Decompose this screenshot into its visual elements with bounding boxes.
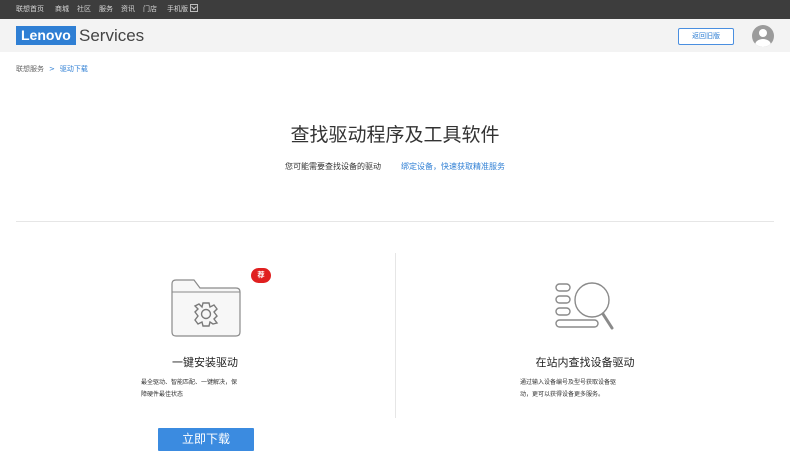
breadcrumb-separator: > bbox=[49, 65, 55, 73]
folder-gear-icon bbox=[171, 279, 241, 337]
subtitle-row: 您可能需要查找设备的驱动 绑定设备，快速获取精准服务 bbox=[0, 161, 790, 173]
user-avatar-icon[interactable] bbox=[752, 25, 774, 47]
top-nav-bar: 联想首页 商城 社区 服务 资讯 门店 手机版 bbox=[0, 0, 790, 19]
site-search-driver-desc-line1: 通过输入设备编号及型号获取设备驱 bbox=[520, 379, 617, 386]
top-link-service[interactable]: 服务 bbox=[99, 3, 113, 15]
subtitle-text: 您可能需要查找设备的驱动 bbox=[285, 162, 381, 171]
top-link-mobile-label: 手机版 bbox=[167, 5, 188, 13]
site-search-driver-desc: 通过输入设备编号及型号获取设备驱 动，更可以获得设备更多服务。 bbox=[520, 377, 660, 401]
document-search-icon bbox=[555, 282, 614, 330]
top-link-mall[interactable]: 商城 bbox=[55, 3, 69, 15]
return-old-version-button[interactable]: 返回旧版 bbox=[678, 28, 734, 45]
top-link-mobile[interactable]: 手机版 bbox=[167, 3, 198, 15]
lenovo-logo[interactable]: Lenovo bbox=[16, 26, 76, 45]
top-link-news[interactable]: 资讯 bbox=[121, 3, 135, 15]
one-click-install-desc-line2: 障硬件最佳状态 bbox=[141, 391, 184, 398]
site-header: Lenovo Services 返回旧版 bbox=[0, 19, 790, 52]
chevron-down-icon bbox=[190, 4, 198, 12]
brand-services-label: Services bbox=[79, 26, 145, 45]
top-link-community[interactable]: 社区 bbox=[77, 3, 91, 15]
page-title: 查找驱动程序及工具软件 bbox=[290, 124, 500, 146]
recommended-badge: 荐 bbox=[251, 268, 271, 283]
site-search-driver-desc-line2: 动，更可以获得设备更多服务。 bbox=[520, 391, 605, 398]
vertical-divider bbox=[395, 253, 396, 418]
download-now-button[interactable]: 立即下载 bbox=[158, 428, 254, 451]
one-click-install-desc: 最全驱动、智能匹配、一键解决，保 障硬件最佳状态 bbox=[141, 377, 281, 401]
top-link-lenovo-home[interactable]: 联想首页 bbox=[16, 3, 44, 15]
breadcrumb-current[interactable]: 驱动下载 bbox=[60, 65, 88, 73]
breadcrumb-home[interactable]: 联想服务 bbox=[16, 65, 44, 73]
bind-device-link[interactable]: 绑定设备，快速获取精准服务 bbox=[401, 162, 505, 171]
breadcrumb: 联想服务 > 驱动下载 bbox=[16, 64, 88, 74]
one-click-install-desc-line1: 最全驱动、智能匹配、一键解决，保 bbox=[141, 379, 238, 386]
horizontal-divider bbox=[16, 221, 774, 222]
site-search-driver-title: 在站内查找设备驱动 bbox=[535, 356, 635, 369]
top-link-stores[interactable]: 门店 bbox=[143, 3, 157, 15]
one-click-install-title: 一键安装驱动 bbox=[172, 356, 238, 369]
